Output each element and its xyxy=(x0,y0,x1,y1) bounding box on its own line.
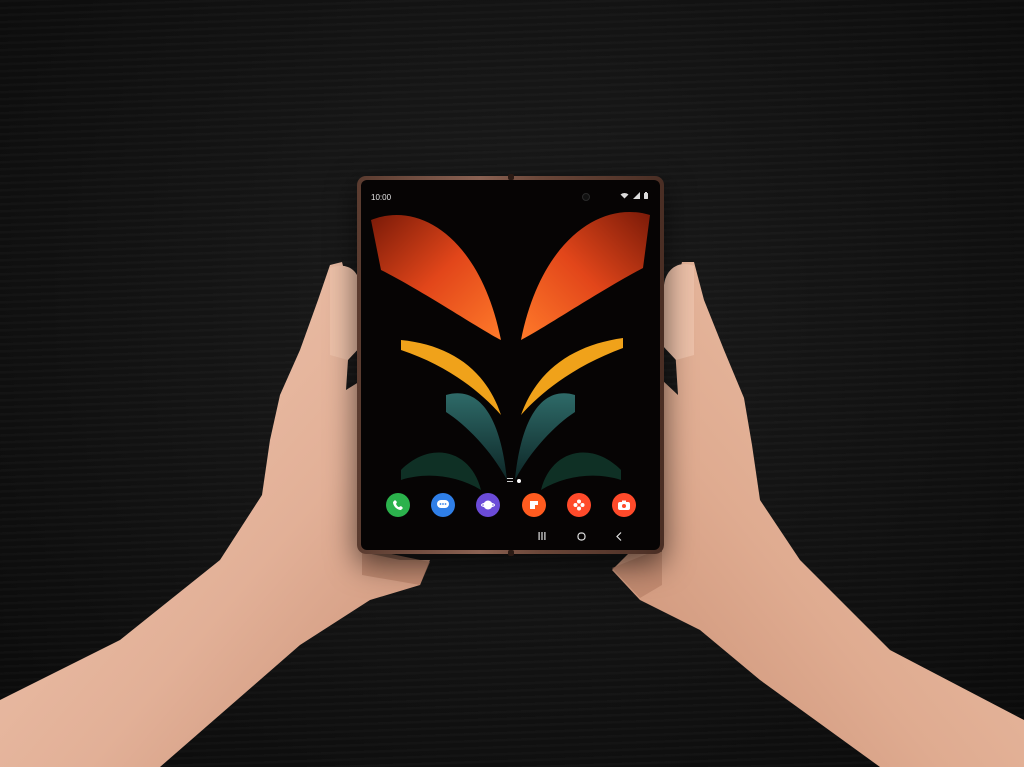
back-icon xyxy=(616,531,622,541)
wifi-icon xyxy=(620,192,629,199)
app-dock xyxy=(386,493,636,517)
status-bar: 10:00 xyxy=(361,180,660,202)
home-icon xyxy=(576,531,586,541)
current-page-dot[interactable] xyxy=(517,478,521,483)
signal-icon xyxy=(633,192,640,199)
gallery-app-icon[interactable] xyxy=(566,493,591,517)
phone-screen: 10:00 xyxy=(361,180,660,550)
recents-icon xyxy=(538,532,546,540)
battery-icon xyxy=(644,192,648,199)
camera-app-icon[interactable] xyxy=(611,493,636,517)
right-green-leaf xyxy=(541,452,621,490)
front-camera xyxy=(582,193,590,201)
status-icons xyxy=(620,192,648,199)
foldable-phone: 10:00 xyxy=(357,174,664,556)
internet-app-icon[interactable] xyxy=(476,493,501,517)
home-button[interactable] xyxy=(571,528,591,544)
recents-button[interactable] xyxy=(532,528,552,544)
hinge-bottom xyxy=(508,550,514,556)
phone-app-icon[interactable] xyxy=(386,493,410,517)
store-app-icon[interactable] xyxy=(521,493,546,517)
page-indicator xyxy=(507,478,521,483)
left-orange-petal xyxy=(371,215,501,340)
back-button[interactable] xyxy=(609,528,629,544)
navigation-bar xyxy=(361,528,660,544)
right-thumb xyxy=(662,264,694,360)
left-green-leaf xyxy=(401,452,481,490)
photo-scene: 10:00 xyxy=(0,0,1024,767)
apps-grid-indicator[interactable] xyxy=(507,478,513,483)
messages-app-icon[interactable] xyxy=(431,493,456,517)
right-orange-petal xyxy=(521,211,650,340)
status-time: 10:00 xyxy=(371,193,392,202)
